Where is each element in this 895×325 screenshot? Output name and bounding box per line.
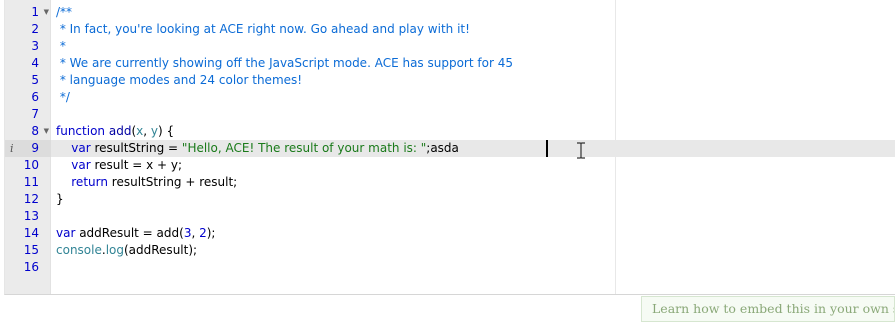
code-token: );	[206, 226, 216, 240]
gutter-line[interactable]: 3	[5, 38, 51, 55]
code-token: /**	[56, 5, 73, 19]
code-token: * We are currently showing off the JavaS…	[56, 56, 513, 70]
line-number: 4	[31, 56, 39, 70]
line-number: 11	[23, 175, 39, 189]
code-token: console	[56, 243, 102, 257]
line-number: 15	[23, 243, 39, 257]
code-token: ;asda	[426, 141, 459, 155]
embed-link[interactable]: Learn how to embed this in your own site	[641, 296, 895, 322]
gutter-line[interactable]: 11	[5, 174, 51, 191]
line-number: 14	[23, 226, 39, 240]
code-token: ,	[191, 226, 200, 240]
code-line[interactable]: var resultString = "Hello, ACE! The resu…	[56, 140, 459, 157]
code-token: add	[108, 124, 132, 138]
line-number: 13	[23, 209, 39, 223]
print-margin	[615, 0, 616, 294]
line-number: 9	[31, 141, 39, 155]
code-line[interactable]: /**	[56, 4, 72, 21]
code-token: */	[56, 90, 70, 104]
line-number: 7	[31, 107, 39, 121]
code-line[interactable]: * language modes and 24 color themes!	[56, 72, 302, 89]
code-line[interactable]: var result = x + y;	[56, 157, 182, 174]
code-token: var	[56, 226, 76, 240]
line-number: 12	[23, 192, 39, 206]
gutter-line[interactable]: 7	[5, 106, 51, 123]
line-number: 10	[23, 158, 39, 172]
gutter-line[interactable]: 4	[5, 55, 51, 72]
info-annotation-icon[interactable]: i	[10, 140, 14, 157]
code-line[interactable]: var addResult = add(3, 2);	[56, 225, 215, 242]
code-token: * In fact, you're looking at ACE right n…	[56, 22, 470, 36]
ibeam-cursor-icon	[577, 142, 585, 159]
fold-widget-icon[interactable]: ▼	[44, 4, 49, 21]
code-line[interactable]: *	[56, 38, 66, 55]
editor-gutter[interactable]: 1 ▼ 2 3 4 5 6 7 8 ▼ i 9 10 11 12 13 14 15 16	[5, 0, 51, 294]
gutter-line[interactable]: 12	[5, 191, 51, 208]
line-number: 2	[31, 22, 39, 36]
code-token: var	[71, 141, 91, 155]
gutter-line[interactable]: 8 ▼	[5, 123, 51, 140]
code-line[interactable]: return resultString + result;	[56, 174, 237, 191]
code-token: addResult = add(	[75, 226, 184, 240]
code-line[interactable]: * In fact, you're looking at ACE right n…	[56, 21, 470, 38]
fold-widget-icon[interactable]: ▼	[44, 123, 49, 140]
code-token: result = x + y;	[90, 158, 183, 172]
code-token: 2	[199, 226, 207, 240]
code-token: "Hello, ACE! The result of your math is:…	[181, 141, 427, 155]
code-token: * language modes and 24 color themes!	[56, 73, 303, 87]
code-token: *	[56, 39, 66, 53]
code-token: }	[56, 192, 64, 206]
code-token: ,	[143, 124, 151, 138]
gutter-line[interactable]: 6	[5, 89, 51, 106]
gutter-line[interactable]: i9	[5, 140, 51, 157]
code-line[interactable]: }	[56, 191, 64, 208]
code-token: resultString =	[90, 141, 182, 155]
code-line[interactable]: function add(x, y) {	[56, 123, 174, 140]
text-cursor	[546, 140, 548, 157]
gutter-line[interactable]: 1 ▼	[5, 4, 51, 21]
code-line[interactable]: console.log(addResult);	[56, 242, 197, 259]
code-line[interactable]: */	[56, 89, 70, 106]
gutter-line[interactable]: 14	[5, 225, 51, 242]
gutter-line[interactable]: 15	[5, 242, 51, 259]
gutter-line[interactable]: 10	[5, 157, 51, 174]
code-token: return	[71, 175, 108, 189]
line-number: 5	[31, 73, 39, 87]
gutter-line[interactable]: 13	[5, 208, 51, 225]
line-number: 8	[31, 124, 39, 138]
code-token: function	[56, 124, 106, 138]
gutter-line[interactable]: 16	[5, 259, 51, 276]
code-token: y	[150, 124, 158, 138]
code-token: (addResult);	[123, 243, 198, 257]
line-number: 6	[31, 90, 39, 104]
editor-content[interactable]: /** * In fact, you're looking at ACE rig…	[51, 0, 895, 294]
line-number: 16	[23, 260, 39, 274]
code-editor[interactable]: 1 ▼ 2 3 4 5 6 7 8 ▼ i 9 10 11 12 13 14 15 16 /** * In fact…	[4, 0, 895, 295]
line-number: 3	[31, 39, 39, 53]
code-token: log	[105, 243, 124, 257]
code-token: resultString + result;	[107, 175, 238, 189]
line-number: 1	[31, 5, 39, 19]
code-line[interactable]: * We are currently showing off the JavaS…	[56, 55, 513, 72]
code-token: ) {	[158, 124, 175, 138]
gutter-line[interactable]: 5	[5, 72, 51, 89]
code-token: var	[71, 158, 91, 172]
gutter-line[interactable]: 2	[5, 21, 51, 38]
